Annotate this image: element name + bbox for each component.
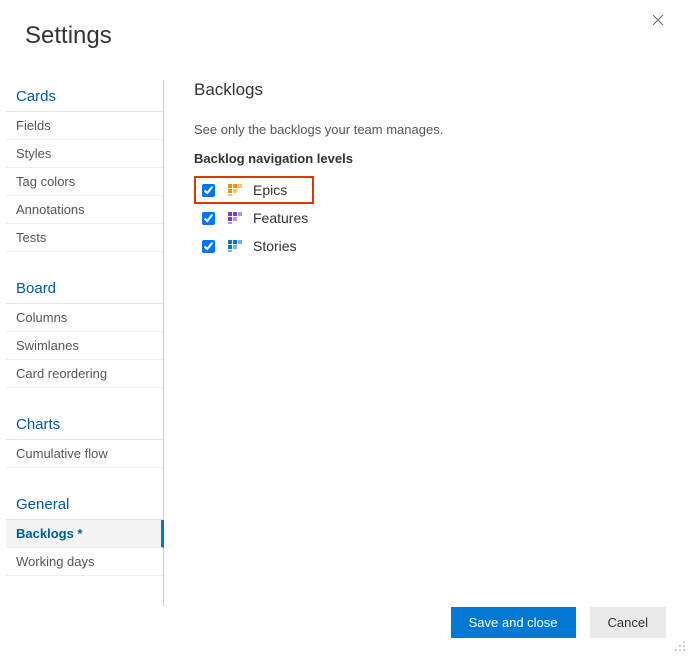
level-epics-checkbox[interactable]	[202, 184, 215, 197]
main-description: See only the backlogs your team manages.	[194, 122, 678, 137]
sidebar-item-tag-colors[interactable]: Tag colors	[6, 168, 163, 196]
sidebar-section-header: General	[6, 488, 163, 520]
page-title: Settings	[0, 0, 688, 50]
sidebar-section-header: Cards	[6, 80, 163, 112]
levels-subheading: Backlog navigation levels	[194, 151, 678, 166]
save-and-close-button[interactable]: Save and close	[451, 607, 576, 638]
level-epics: Epics	[194, 176, 314, 204]
level-stories: Stories	[194, 232, 678, 260]
sidebar-item-annotations[interactable]: Annotations	[6, 196, 163, 224]
level-epics-label: Epics	[253, 182, 287, 198]
levels-list: Epics Features Stories	[194, 176, 678, 260]
level-features: Features	[194, 204, 678, 232]
footer: Save and close Cancel	[451, 607, 666, 638]
sidebar-item-styles[interactable]: Styles	[6, 140, 163, 168]
sidebar-section-header: Board	[6, 272, 163, 304]
sidebar-item-cumulative-flow[interactable]: Cumulative flow	[6, 440, 163, 468]
sidebar-item-fields[interactable]: Fields	[6, 112, 163, 140]
sidebar-item-working-days[interactable]: Working days	[6, 548, 163, 576]
level-features-checkbox[interactable]	[202, 212, 215, 225]
level-stories-label: Stories	[253, 238, 297, 254]
sidebar-item-columns[interactable]: Columns	[6, 304, 163, 332]
backlog-level-icon	[227, 182, 243, 198]
sidebar-item-backlogs[interactable]: Backlogs *	[6, 520, 164, 548]
sidebar-item-tests[interactable]: Tests	[6, 224, 163, 252]
level-stories-checkbox[interactable]	[202, 240, 215, 253]
backlog-level-icon	[227, 238, 243, 254]
resize-grip[interactable]	[672, 640, 686, 654]
sidebar-item-card-reordering[interactable]: Card reordering	[6, 360, 163, 388]
close-icon	[652, 14, 664, 26]
backlog-level-icon	[227, 210, 243, 226]
main-title: Backlogs	[194, 80, 678, 100]
sidebar-item-swimlanes[interactable]: Swimlanes	[6, 332, 163, 360]
sidebar: CardsFieldsStylesTag colorsAnnotationsTe…	[6, 80, 164, 606]
main-panel: Backlogs See only the backlogs your team…	[164, 80, 688, 606]
level-features-label: Features	[253, 210, 308, 226]
sidebar-section-header: Charts	[6, 408, 163, 440]
cancel-button[interactable]: Cancel	[590, 607, 666, 638]
close-button[interactable]	[648, 10, 668, 30]
